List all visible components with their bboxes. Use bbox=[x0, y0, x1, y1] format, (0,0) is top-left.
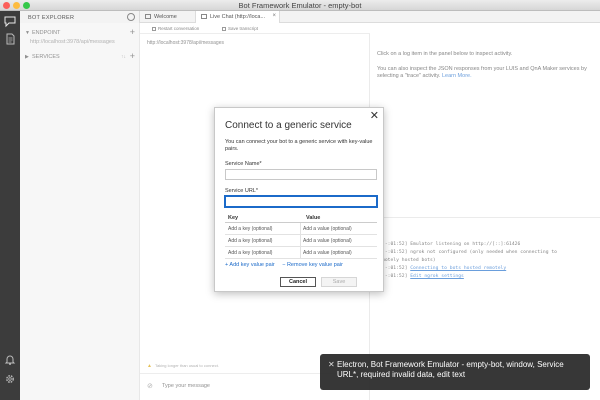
column-divider bbox=[300, 235, 301, 247]
sidebar-title: BOT EXPLORER bbox=[28, 15, 75, 21]
app-window: Bot Framework Emulator - empty-bot BOT E… bbox=[0, 0, 600, 400]
dialog-title: Connect to a generic service bbox=[225, 120, 352, 131]
remove-key-value-pair-link[interactable]: − Remove key value pair bbox=[282, 262, 343, 268]
key-input[interactable]: Add a key (optional) bbox=[228, 226, 272, 232]
service-name-input[interactable] bbox=[225, 169, 377, 180]
tab-welcome-label: Welcome bbox=[154, 14, 177, 20]
key-value-row: Add a key (optional) Add a value (option… bbox=[225, 235, 377, 247]
key-input[interactable]: Add a key (optional) bbox=[228, 238, 272, 244]
value-input[interactable]: Add a value (optional) bbox=[303, 226, 352, 232]
key-column-header: Key bbox=[228, 215, 239, 221]
column-divider bbox=[300, 247, 301, 259]
chat-tab-icon bbox=[201, 14, 207, 19]
chat-icon[interactable] bbox=[3, 14, 17, 28]
tab-bar: Welcome Live Chat (http://loca... × bbox=[140, 11, 600, 23]
tab-live-chat-label: Live Chat (http://loca... bbox=[210, 14, 266, 20]
close-dialog-icon[interactable]: ✕ bbox=[370, 109, 379, 122]
tab-live-chat[interactable]: Live Chat (http://loca... × bbox=[196, 11, 280, 23]
close-tab-icon[interactable]: × bbox=[272, 13, 276, 19]
save-button[interactable]: Save bbox=[321, 277, 357, 287]
service-url-label: Service URL* bbox=[225, 188, 259, 194]
notification-bell-icon[interactable] bbox=[3, 352, 17, 366]
key-value-row: Add a key (optional) Add a value (option… bbox=[225, 223, 377, 235]
value-column-header: Value bbox=[306, 215, 321, 221]
window-title: Bot Framework Emulator - empty-bot bbox=[238, 1, 362, 10]
dialog-description: You can connect your bot to a generic se… bbox=[225, 139, 373, 152]
activity-bar bbox=[0, 11, 20, 400]
value-input[interactable]: Add a value (optional) bbox=[303, 250, 352, 256]
value-input[interactable]: Add a value (optional) bbox=[303, 238, 352, 244]
voiceover-caption-toast: ✕ Electron, Bot Framework Emulator - emp… bbox=[320, 354, 590, 390]
tab-welcome[interactable]: Welcome bbox=[140, 11, 196, 23]
connect-generic-service-dialog: ✕ Connect to a generic service You can c… bbox=[214, 107, 384, 292]
service-url-input[interactable] bbox=[225, 196, 377, 207]
title-bar: Bot Framework Emulator - empty-bot bbox=[0, 0, 600, 11]
key-value-row: Add a key (optional) Add a value (option… bbox=[225, 247, 377, 259]
cancel-button[interactable]: Cancel bbox=[280, 277, 316, 287]
key-value-table-header: Key Value bbox=[225, 213, 377, 223]
welcome-tab-icon bbox=[145, 14, 151, 19]
column-divider bbox=[300, 223, 301, 235]
service-name-label: Service Name* bbox=[225, 161, 262, 167]
settings-gear-icon[interactable] bbox=[3, 372, 17, 386]
key-input[interactable]: Add a key (optional) bbox=[228, 250, 272, 256]
sidebar-settings-icon[interactable] bbox=[127, 13, 135, 21]
document-icon[interactable] bbox=[3, 32, 17, 46]
close-caption-icon[interactable]: ✕ bbox=[328, 360, 335, 369]
add-key-value-pair-link[interactable]: + Add key value pair bbox=[225, 262, 275, 268]
caption-message: Electron, Bot Framework Emulator - empty… bbox=[337, 360, 564, 379]
key-value-actions: + Add key value pair − Remove key value … bbox=[225, 262, 349, 268]
